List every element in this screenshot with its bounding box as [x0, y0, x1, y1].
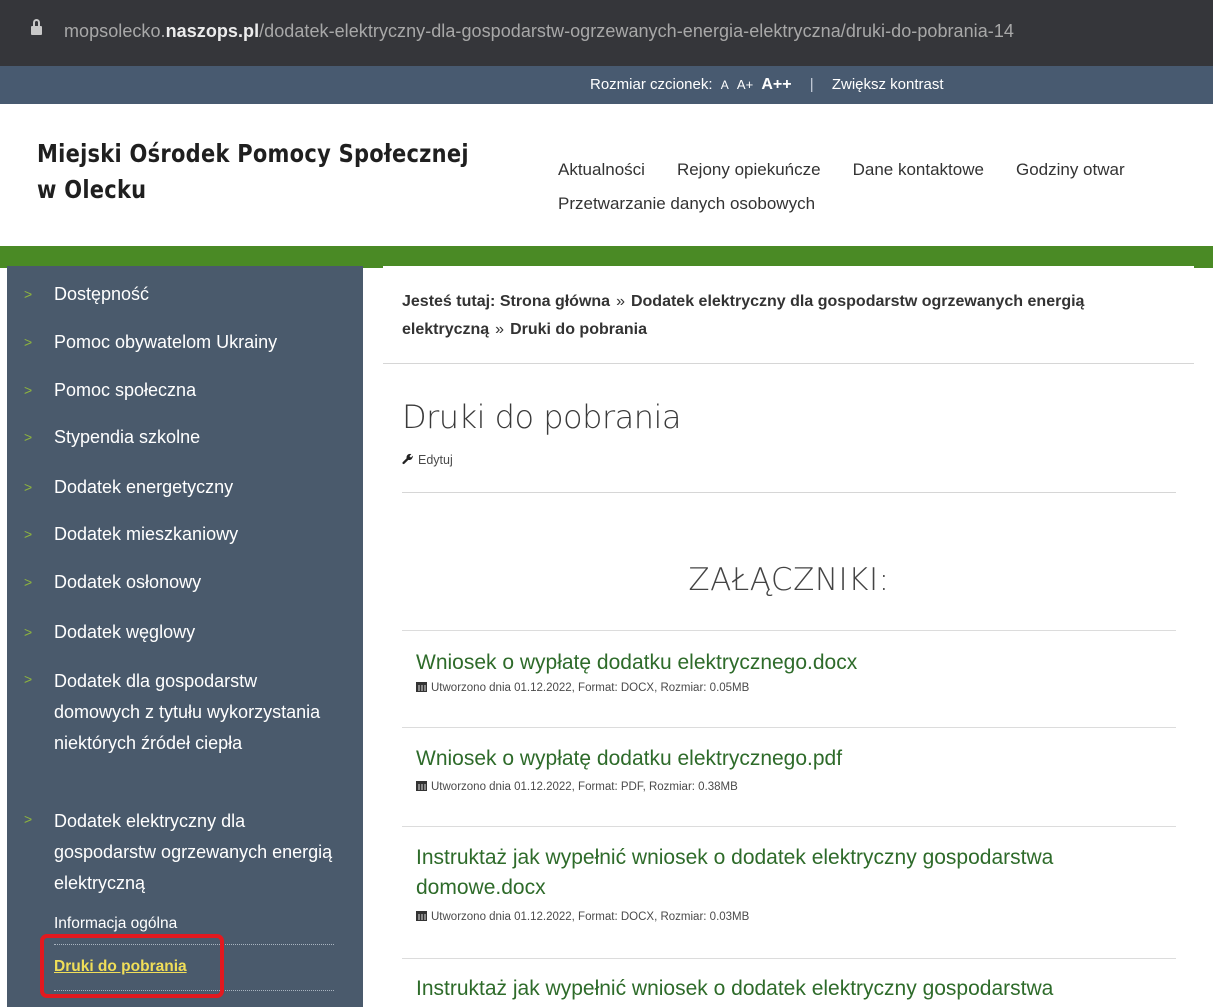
- chevron-right-icon: >: [24, 429, 33, 445]
- sidebar-item-label: Dodatek elektryczny dla gospodarstw ogrz…: [54, 811, 333, 893]
- chevron-right-icon: >: [24, 382, 33, 398]
- sidebar-item-label: Dodatek mieszkaniowy: [54, 524, 239, 544]
- sidebar-item-label: Stypendia szkolne: [54, 427, 201, 447]
- divider: [383, 363, 1194, 364]
- wrench-icon: [402, 453, 413, 465]
- sidebar-item-label: Pomoc obywatelom Ukrainy: [54, 332, 278, 352]
- font-size-a-plus-plus-button[interactable]: A++: [761, 76, 791, 93]
- breadcrumb-current: Druki do pobrania: [510, 321, 647, 338]
- sidebar-item-label: Dostępność: [54, 284, 150, 304]
- logo-line-1: Miejski Ośrodek Pomocy Społecznej: [37, 139, 469, 168]
- nav-item-aktualnosci[interactable]: Aktualności: [558, 160, 645, 179]
- sidebar-item-label: Dodatek energetyczny: [54, 477, 234, 497]
- chevron-right-icon: >: [24, 526, 33, 542]
- accessibility-bar: Rozmiar czcionek: A A+ A++ | Zwiększ kon…: [0, 66, 1213, 104]
- contrast-button[interactable]: Zwiększ kontrast: [832, 76, 944, 93]
- breadcrumb-home-link[interactable]: Strona główna: [500, 293, 610, 310]
- attachment-meta: Utworzono dnia 01.12.2022, Format: DOCX,…: [416, 682, 749, 694]
- breadcrumb-separator: »: [616, 293, 625, 310]
- calendar-icon: [416, 911, 427, 921]
- site-logo[interactable]: Miejski Ośrodek Pomocy Społecznej w Olec…: [37, 136, 469, 208]
- divider: [402, 958, 1176, 959]
- attachment-meta-text: Utworzono dnia 01.12.2022, Format: PDF, …: [431, 781, 738, 793]
- site-header: Miejski Ośrodek Pomocy Społecznej w Olec…: [0, 104, 1213, 246]
- breadcrumb-separator: »: [495, 321, 505, 338]
- attachments-heading: ZAŁĄCZNIKI:: [688, 562, 890, 598]
- nav-item-kontakt[interactable]: Dane kontaktowe: [853, 160, 984, 179]
- calendar-icon: [416, 781, 427, 791]
- divider: [402, 630, 1176, 631]
- nav-item-rejony[interactable]: Rejony opiekuńcze: [677, 160, 821, 179]
- font-size-a-button[interactable]: A: [721, 78, 729, 92]
- chevron-right-icon: >: [24, 334, 33, 350]
- sidebar-item-label: Pomoc społeczna: [54, 380, 197, 400]
- attachment-meta: Utworzono dnia 01.12.2022, Format: DOCX,…: [416, 911, 749, 923]
- sidebar-item-label: Dodatek węglowy: [54, 622, 196, 642]
- chevron-right-icon: >: [24, 624, 33, 640]
- chevron-right-icon: >: [24, 811, 33, 827]
- page-title: Druki do pobrania: [402, 398, 681, 436]
- logo-line-2: w Olecku: [37, 175, 147, 204]
- browser-url-bar[interactable]: mopsolecko.naszops.pl/dodatek-elektryczn…: [0, 0, 1213, 66]
- chevron-right-icon: >: [24, 671, 33, 687]
- divider: [402, 492, 1176, 493]
- attachment-meta: Utworzono dnia 01.12.2022, Format: PDF, …: [416, 781, 738, 793]
- chevron-right-icon: >: [24, 574, 33, 590]
- attachment-meta-text: Utworzono dnia 01.12.2022, Format: DOCX,…: [431, 911, 750, 923]
- attachment-meta-text: Utworzono dnia 01.12.2022, Format: DOCX,…: [431, 682, 750, 694]
- sidebar-item-label: Dodatek osłonowy: [54, 572, 202, 592]
- nav-item-rodo[interactable]: Przetwarzanie danych osobowych: [558, 194, 815, 213]
- chevron-right-icon: >: [24, 286, 33, 302]
- breadcrumb: Jesteś tutaj: Strona główna» Dodatek elek…: [402, 288, 1162, 344]
- url-text[interactable]: mopsolecko.naszops.pl/dodatek-elektryczn…: [64, 21, 1014, 42]
- sidebar-subitem-informacja[interactable]: Informacja ogólna: [54, 915, 334, 933]
- attachment-link[interactable]: Instruktaż jak wypełnić wniosek o dodate…: [416, 843, 1156, 903]
- font-size-a-plus-button[interactable]: A+: [737, 77, 753, 92]
- header-divider-bar: [0, 246, 1213, 268]
- url-path: /dodatek-elektryczny-dla-gospodarstw-ogr…: [259, 21, 1014, 41]
- attachment-link[interactable]: Instruktaż jak wypełnić wniosek o dodate…: [416, 974, 1156, 1004]
- main-nav: Aktualności Rejony opiekuńcze Dane kontakt…: [558, 160, 1157, 228]
- attachment-link[interactable]: Wniosek o wypłatę dodatku elektrycznego.…: [416, 648, 1156, 678]
- calendar-icon: [416, 682, 427, 692]
- separator: |: [809, 76, 814, 93]
- lock-icon: [31, 19, 42, 35]
- attachment-link[interactable]: Wniosek o wypłatę dodatku elektrycznego.…: [416, 744, 1156, 774]
- url-domain: naszops.pl: [165, 21, 260, 41]
- nav-item-godziny[interactable]: Godziny otwar: [1016, 160, 1125, 179]
- highlight-annotation: [40, 934, 224, 998]
- sidebar-item-label: Dodatek dla gospodarstw domowych z tytuł…: [54, 671, 321, 753]
- url-prefix: mopsolecko.: [64, 21, 166, 41]
- breadcrumb-label: Jesteś tutaj:: [402, 293, 496, 310]
- edit-label: Edytuj: [418, 453, 453, 467]
- chevron-right-icon: >: [24, 479, 33, 495]
- font-size-label: Rozmiar czcionek:: [590, 76, 713, 93]
- edit-link[interactable]: Edytuj: [402, 453, 453, 467]
- divider: [402, 727, 1176, 728]
- divider: [402, 826, 1176, 827]
